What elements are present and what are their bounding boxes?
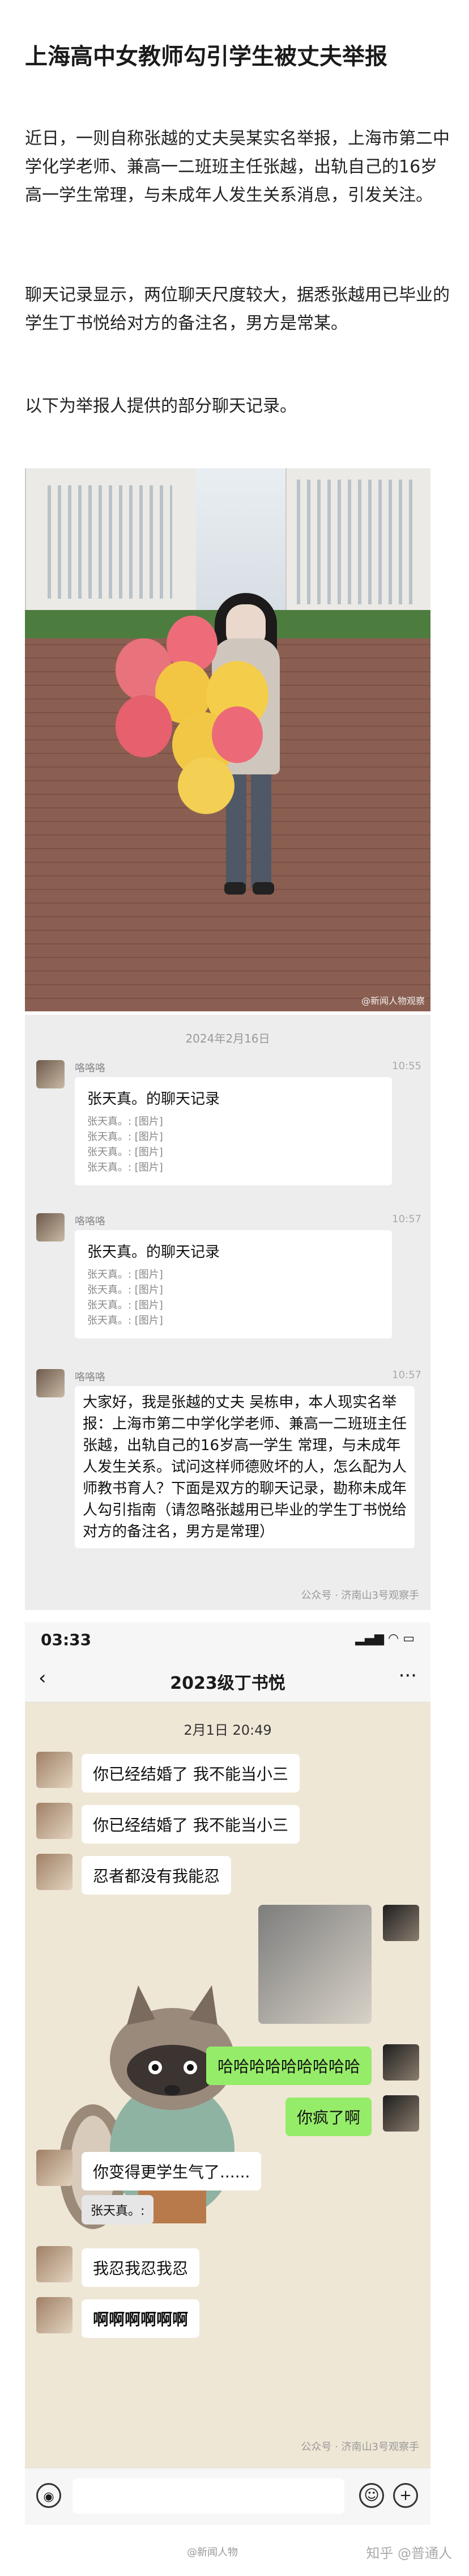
phone-chat-screenshot: 03:33 ▂▄▆ ◠ ▭ ‹ 2023级丁书悦 ··· 2月1日 20:49 … bbox=[25, 1622, 430, 2525]
message-bubble: 啊啊啊啊啊啊 bbox=[82, 2299, 200, 2338]
contact-avatar[interactable] bbox=[36, 1854, 73, 1890]
message-time: 10:57 bbox=[392, 1213, 421, 1225]
card-line: 张天真。: [图片] bbox=[87, 1299, 163, 1311]
my-message-bubble: 你疯了啊 bbox=[285, 2098, 372, 2136]
my-avatar[interactable] bbox=[383, 2044, 419, 2081]
article-paragraph-2: 聊天记录显示，两位聊天尺度较大，据悉张越用已毕业的学生丁书悦给对方的备注名，男方… bbox=[25, 285, 450, 333]
report-message: 咯咯咯 10:57 大家好，我是张越的丈夫 吴栋申，本人现实名举报：上海市第二中… bbox=[36, 1369, 421, 1596]
chat-date: 2024年2月16日 bbox=[185, 1032, 270, 1045]
card-line: 张天真。: [图片] bbox=[87, 1162, 163, 1173]
forwarded-chat-screenshot: 2024年2月16日 咯咯咯 10:55 张天真。的聊天记录 张天真。: [图片… bbox=[25, 1015, 430, 1610]
avatar bbox=[36, 1213, 65, 1242]
report-text: 大家好，我是张越的丈夫 吴栋申，本人现实名举报：上海市第二中学化学老师、兼高一二… bbox=[75, 1386, 415, 1548]
card-line: 张天真。: [图片] bbox=[87, 1131, 163, 1143]
article-paragraph-1: 近日，一则自称张越的丈夫吴某实名举报，上海市第二中学化学老师、兼高一二班班主任张… bbox=[25, 129, 450, 205]
card-line: 张天真。: [图片] bbox=[87, 1284, 163, 1296]
article-paragraph-3: 以下为举报人提供的部分聊天记录。 bbox=[25, 396, 297, 416]
message-bubble: 你已经结婚了 我不能当小三 bbox=[82, 1805, 300, 1844]
status-icons: ▂▄▆ ◠ ▭ bbox=[355, 1632, 415, 1646]
contact-avatar[interactable] bbox=[36, 2150, 73, 2186]
card-title: 张天真。的聊天记录 bbox=[87, 1091, 220, 1108]
more-icon[interactable]: ··· bbox=[399, 1664, 417, 1687]
my-avatar[interactable] bbox=[383, 2095, 419, 2132]
card-title: 张天真。的聊天记录 bbox=[87, 1244, 220, 1261]
message-input[interactable] bbox=[73, 2478, 344, 2514]
my-avatar[interactable] bbox=[383, 1905, 419, 1941]
plus-icon[interactable]: + bbox=[393, 2483, 418, 2508]
chat-record-card[interactable]: 张天真。的聊天记录 张天真。: [图片] 张天真。: [图片] 张天真。: [图… bbox=[75, 1077, 392, 1185]
forwarded-message: 咯咯咯 10:55 张天真。的聊天记录 张天真。: [图片] 张天真。: [图片… bbox=[36, 1060, 421, 1208]
chat-watermark: 公众号 · 济南山3号观察手 bbox=[301, 1590, 419, 1601]
contact-avatar[interactable] bbox=[36, 2246, 73, 2282]
card-line: 张天真。: [图片] bbox=[87, 1315, 163, 1327]
quoted-message: 张天真。: bbox=[82, 2195, 154, 2225]
card-line: 张天真。: [图片] bbox=[87, 1146, 163, 1158]
article-photo: @新闻人物观察 bbox=[25, 468, 430, 1011]
my-message-bubble: 哈哈哈哈哈哈哈哈哈 bbox=[206, 2047, 372, 2085]
sender-name: 咯咯咯 bbox=[75, 1371, 105, 1383]
phone-watermark: 公众号 · 济南山3号观察手 bbox=[301, 2441, 419, 2453]
message-bubble: 我忍我忍我忍 bbox=[82, 2248, 200, 2287]
raccoon-sticker bbox=[59, 1985, 234, 2229]
photo-message[interactable] bbox=[258, 1905, 372, 2024]
sender-name: 咯咯咯 bbox=[75, 1062, 105, 1074]
chat-date: 2月1日 20:49 bbox=[184, 1722, 272, 1738]
voice-icon[interactable]: ◉ bbox=[36, 2483, 61, 2508]
message-time: 10:57 bbox=[392, 1369, 421, 1381]
avatar bbox=[36, 1369, 65, 1397]
message-bubble: 忍者都没有我能忍 bbox=[82, 1856, 232, 1895]
avatar bbox=[36, 1060, 65, 1088]
emoji-icon[interactable]: ☺ bbox=[359, 2483, 384, 2508]
chat-record-card[interactable]: 张天真。的聊天记录 张天真。: [图片] 张天真。: [图片] 张天真。: [图… bbox=[75, 1230, 392, 1338]
chat-header: ‹ 2023级丁书悦 ··· bbox=[25, 1656, 430, 1702]
input-bar: ◉ ☺ + bbox=[25, 2468, 430, 2525]
contact-avatar[interactable] bbox=[36, 1752, 73, 1788]
zhihu-watermark: 知乎 @普通人 bbox=[366, 2545, 452, 2561]
card-line: 张天真。: [图片] bbox=[87, 1269, 163, 1281]
forwarded-message: 咯咯咯 10:57 张天真。的聊天记录 张天真。: [图片] 张天真。: [图片… bbox=[36, 1213, 421, 1361]
page-footer: @新闻人物 知乎 @普通人 bbox=[0, 2531, 469, 2576]
contact-avatar[interactable] bbox=[36, 2297, 73, 2333]
message-time: 10:55 bbox=[392, 1060, 421, 1072]
sender-name: 咯咯咯 bbox=[75, 1215, 105, 1227]
message-bubble: 你已经结婚了 我不能当小三 bbox=[82, 1754, 300, 1793]
status-bar: 03:33 ▂▄▆ ◠ ▭ bbox=[25, 1622, 430, 1656]
contact-avatar[interactable] bbox=[36, 1803, 73, 1839]
chat-title: 2023级丁书悦 bbox=[170, 1673, 285, 1693]
message-bubble: 你变得更学生气了...... bbox=[82, 2152, 262, 2191]
article-title: 上海高中女教师勾引学生被丈夫举报 bbox=[25, 44, 387, 70]
weibo-watermark: @新闻人物 bbox=[187, 2547, 238, 2558]
status-time: 03:33 bbox=[41, 1630, 92, 1649]
photo-watermark: @新闻人物观察 bbox=[361, 995, 425, 1006]
card-line: 张天真。: [图片] bbox=[87, 1116, 163, 1128]
